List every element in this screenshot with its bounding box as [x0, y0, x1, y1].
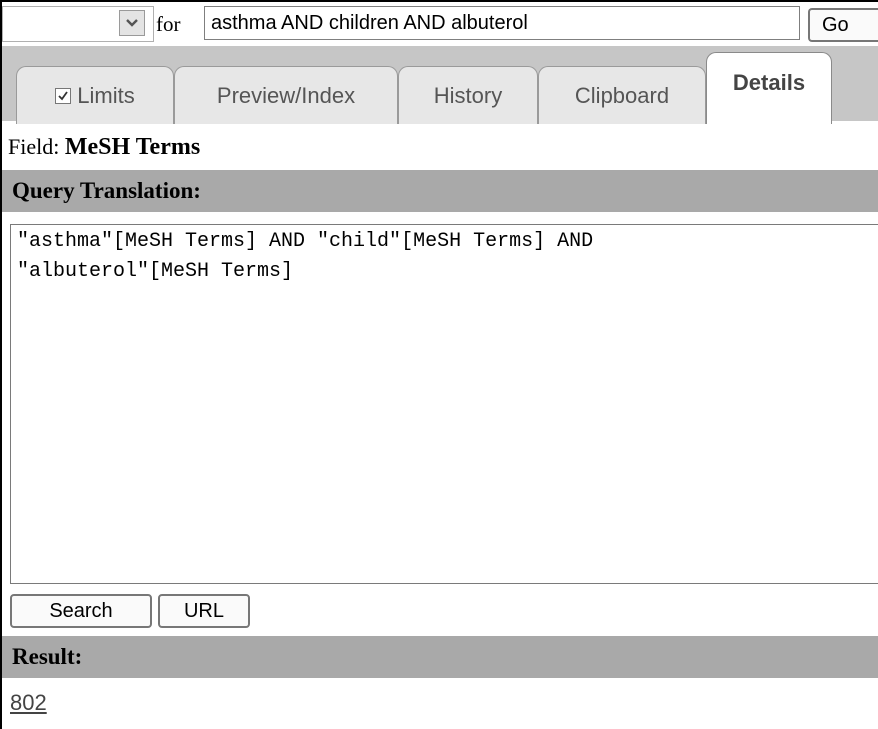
tab-details-label: Details: [732, 69, 806, 95]
tab-preview-index[interactable]: Preview/Index: [174, 66, 398, 124]
chevron-down-icon: [126, 19, 138, 27]
url-button[interactable]: URL: [158, 594, 250, 628]
search-input[interactable]: [204, 6, 800, 40]
tab-history-label: History: [433, 82, 503, 108]
tab-clipboard[interactable]: Clipboard: [538, 66, 706, 124]
search-bar: for Go: [2, 2, 878, 46]
tab-limits[interactable]: Limits: [16, 66, 174, 124]
tab-clipboard-label: Clipboard: [574, 82, 670, 108]
details-panel: Field: MeSH Terms Query Translation: Sea…: [2, 124, 878, 729]
field-value: MeSH Terms: [64, 134, 201, 160]
field-line: Field: MeSH Terms: [8, 134, 200, 161]
query-translation-header: Query Translation:: [2, 170, 878, 212]
result-count-link[interactable]: 802: [10, 690, 47, 716]
result-header: Result:: [2, 636, 878, 678]
go-button[interactable]: Go: [808, 8, 878, 42]
field-label: Field:: [8, 134, 60, 159]
tab-history[interactable]: History: [398, 66, 538, 124]
tab-limits-label: Limits: [77, 82, 135, 108]
query-translation-textarea[interactable]: [10, 224, 878, 584]
tab-preview-index-label: Preview/Index: [216, 82, 356, 108]
tab-details[interactable]: Details: [706, 52, 832, 124]
for-label: for: [156, 12, 181, 36]
database-dropdown-button[interactable]: [119, 10, 145, 36]
limits-checkbox[interactable]: [55, 87, 72, 104]
checkmark-icon: [58, 90, 68, 100]
search-button[interactable]: Search: [10, 594, 152, 628]
